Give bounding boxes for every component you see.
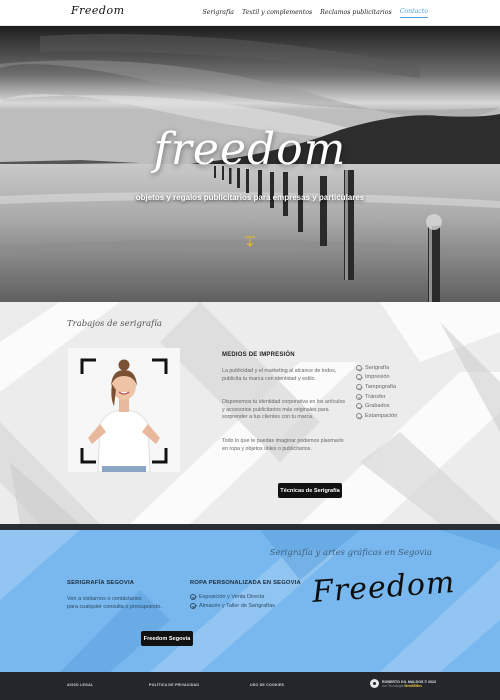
- list-item: Tampografía: [356, 382, 397, 392]
- list-item: Grabados: [356, 401, 397, 411]
- check-circle-icon: [356, 393, 362, 400]
- techniques-list: Serigrafía Impresión Tampografía Tránsfe…: [356, 363, 397, 421]
- top-navigation: Freedom Serigrafía Textil y complementos…: [0, 0, 500, 26]
- works-section: Trabajos de serigrafía MEDIOS DE IMPRESI…: [0, 302, 500, 524]
- site-footer: AVISO LEGAL POLÍTICA DE PRIVACIDAD USO D…: [0, 672, 500, 700]
- list-item: Estampación: [356, 411, 397, 421]
- footer-credit[interactable]: ROBERTO GIL MALDOS © 2023 con Tecnología…: [370, 679, 436, 688]
- web-credit-icon: [370, 679, 379, 688]
- woman-tshirt-image: [68, 348, 180, 472]
- hero-tagline: objetos y regalos publicitarios para emp…: [135, 193, 365, 202]
- check-circle-icon: [356, 383, 362, 390]
- media-heading: MEDIOS DE IMPRESIÓN: [222, 352, 295, 358]
- works-paragraph-2: Disponemos tu identidad corporativa en l…: [222, 399, 346, 421]
- contact-section: Serigrafía y artes gráficas en Segovia S…: [0, 530, 500, 672]
- site-logo[interactable]: Freedom: [71, 4, 125, 17]
- works-paragraph-3: Todo lo que te puedas imaginar podemos p…: [222, 438, 344, 452]
- footer-link-privacy[interactable]: POLÍTICA DE PRIVACIDAD: [149, 683, 199, 687]
- list-item: Almacén y Taller de Serigrafías: [190, 601, 275, 610]
- check-circle-icon: [190, 602, 196, 609]
- footer-link-cookies[interactable]: USO DE COOKIES: [250, 683, 284, 687]
- contact-line-1: Ven a visitarnos o contáctanos: [67, 596, 142, 602]
- techniques-button[interactable]: Técnicas de Serigrafía: [278, 483, 342, 498]
- model-photo: [68, 348, 180, 472]
- services-list: Exposición y Venta Directa Almacén y Tal…: [190, 592, 275, 610]
- check-circle-icon: [356, 412, 362, 419]
- segovia-heading: SERIGRAFÍA SEGOVIA: [67, 580, 135, 586]
- hero-brand-title: freedom: [153, 124, 347, 175]
- hero-banner: freedom objetos y regalos publicitarios …: [0, 26, 500, 302]
- contact-line-2: para cualquier consulta o presupuesto.: [67, 604, 162, 610]
- list-item: Serigrafía: [356, 363, 397, 373]
- contact-section-title: Serigrafía y artes gráficas en Segovia: [269, 548, 432, 558]
- scroll-down-arrow-icon[interactable]: [244, 236, 256, 248]
- list-item: Exposición y Venta Directa: [190, 592, 275, 601]
- nav-item-serigrafia[interactable]: Serigrafía: [203, 9, 234, 18]
- check-circle-icon: [356, 374, 362, 381]
- main-menu: Serigrafía Textil y complementos Reclamo…: [203, 0, 428, 26]
- credit-subtitle: con Tecnología WebWEBes: [382, 683, 422, 688]
- check-circle-icon: [356, 403, 362, 410]
- list-item: Tránsfer: [356, 392, 397, 402]
- works-section-title: Trabajos de serigrafía: [67, 319, 162, 329]
- custom-clothing-heading: ROPA PERSONALIZADA EN SEGOVIA: [190, 580, 301, 586]
- freedom-segovia-button[interactable]: Freedom Segovia: [141, 631, 193, 646]
- works-paragraph-1: La publicidad y el marketing al alcance …: [222, 368, 337, 382]
- nav-item-textil[interactable]: Textil y complementos: [242, 9, 312, 18]
- nav-item-contacto[interactable]: Contacto: [399, 8, 428, 18]
- footer-link-legal[interactable]: AVISO LEGAL: [67, 683, 93, 687]
- check-circle-icon: [356, 364, 362, 371]
- check-circle-icon: [190, 593, 196, 600]
- nav-item-reclamos[interactable]: Reclamos publicitarios: [320, 9, 392, 18]
- list-item: Impresión: [356, 373, 397, 383]
